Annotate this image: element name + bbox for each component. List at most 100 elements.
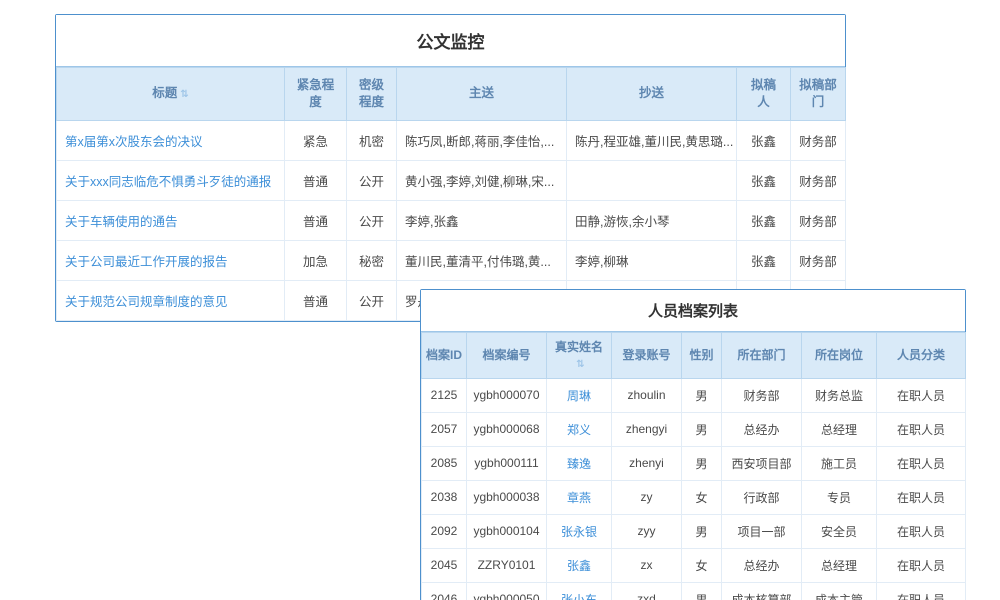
urgency-cell: 普通 [285, 160, 347, 200]
table-row[interactable]: 2045 ZZRY0101 张鑫 zx 女 总经办 总经理 在职人员 [422, 548, 966, 582]
secrecy-cell: 公开 [347, 280, 397, 320]
doc-title-cell: 关于车辆使用的通告 [57, 200, 285, 240]
dept-cell: 财务部 [722, 378, 802, 412]
name-cell: 郑义 [547, 412, 612, 446]
drafter-cell: 张鑫 [737, 160, 791, 200]
dept-cell: 总经办 [722, 548, 802, 582]
person-name-link[interactable]: 臻逸 [567, 457, 591, 471]
code-cell: ygbh000104 [467, 514, 547, 548]
dept-cell: 总经办 [722, 412, 802, 446]
post-cell: 财务总监 [802, 378, 877, 412]
doc-title-link[interactable]: 关于车辆使用的通告 [65, 215, 178, 229]
dept-cell: 西安项目部 [722, 446, 802, 480]
secrecy-cell: 公开 [347, 160, 397, 200]
id-cell: 2125 [422, 378, 467, 412]
post-cell: 成本主管 [802, 582, 877, 600]
person-name-link[interactable]: 张鑫 [567, 559, 591, 573]
table-row[interactable]: 关于公司最近工作开展的报告 加急 秘密 董川民,董清平,付伟璐,黄... 李婷,… [57, 240, 846, 280]
account-cell: zhenyi [612, 446, 682, 480]
dept-cell: 财务部 [791, 200, 846, 240]
post-cell: 施工员 [802, 446, 877, 480]
code-cell: ygbh000068 [467, 412, 547, 446]
table-row[interactable]: 2125 ygbh000070 周琳 zhoulin 男 财务部 财务总监 在职… [422, 378, 966, 412]
doc-title-cell: 关于规范公司规章制度的意见 [57, 280, 285, 320]
personnel-header-row: 档案ID 档案编号 真实姓名⇅ 登录账号 性别 所在部门 所在岗位 人员分类 [422, 333, 966, 379]
doc-monitor-table: 标题⇅ 紧急程度 密级程度 主送 抄送 拟稿人 拟稿部门 第x届第x次股东会的决… [56, 67, 846, 321]
secrecy-cell: 秘密 [347, 240, 397, 280]
table-row[interactable]: 2057 ygbh000068 郑义 zhengyi 男 总经办 总经理 在职人… [422, 412, 966, 446]
personnel-col-dept: 所在部门 [722, 333, 802, 379]
drafter-cell: 张鑫 [737, 120, 791, 160]
id-cell: 2085 [422, 446, 467, 480]
doc-title-link[interactable]: 关于xxx同志临危不惧勇斗歹徒的通报 [65, 175, 271, 189]
doc-col-secrecy: 密级程度 [347, 68, 397, 121]
table-row[interactable]: 第x届第x次股东会的决议 紧急 机密 陈巧凤,断郎,蒋丽,李佳怡,... 陈丹,… [57, 120, 846, 160]
category-cell: 在职人员 [877, 446, 966, 480]
gender-cell: 男 [682, 412, 722, 446]
person-name-link[interactable]: 郑义 [567, 423, 591, 437]
dept-cell: 财务部 [791, 160, 846, 200]
doc-col-cc: 抄送 [567, 68, 737, 121]
urgency-cell: 普通 [285, 280, 347, 320]
person-name-link[interactable]: 周琳 [567, 389, 591, 403]
cc-cell: 李婷,柳琳 [567, 240, 737, 280]
code-cell: ygbh000070 [467, 378, 547, 412]
doc-title-link[interactable]: 关于公司最近工作开展的报告 [65, 255, 228, 269]
post-cell: 专员 [802, 480, 877, 514]
dept-cell: 行政部 [722, 480, 802, 514]
table-row[interactable]: 2092 ygbh000104 张永银 zyy 男 项目一部 安全员 在职人员 [422, 514, 966, 548]
personnel-col-code: 档案编号 [467, 333, 547, 379]
id-cell: 2038 [422, 480, 467, 514]
person-name-link[interactable]: 张小东 [561, 593, 597, 600]
doc-col-title[interactable]: 标题⇅ [57, 68, 285, 121]
doc-col-drafter: 拟稿人 [737, 68, 791, 121]
personnel-list-table: 档案ID 档案编号 真实姓名⇅ 登录账号 性别 所在部门 所在岗位 人员分类 2… [421, 332, 966, 600]
account-cell: zx [612, 548, 682, 582]
sort-icon[interactable]: ⇅ [576, 359, 584, 370]
person-name-link[interactable]: 章燕 [567, 491, 591, 505]
cc-cell: 田静,游恢,余小琴 [567, 200, 737, 240]
dept-cell: 财务部 [791, 240, 846, 280]
code-cell: ygbh000111 [467, 446, 547, 480]
account-cell: zhengyi [612, 412, 682, 446]
doc-title-link[interactable]: 第x届第x次股东会的决议 [65, 135, 203, 149]
doc-title-cell: 第x届第x次股东会的决议 [57, 120, 285, 160]
name-cell: 张永银 [547, 514, 612, 548]
dept-cell: 财务部 [791, 120, 846, 160]
account-cell: zyy [612, 514, 682, 548]
person-name-link[interactable]: 张永银 [561, 525, 597, 539]
doc-col-dept: 拟稿部门 [791, 68, 846, 121]
personnel-col-name[interactable]: 真实姓名⇅ [547, 333, 612, 379]
sort-icon[interactable]: ⇅ [180, 89, 188, 100]
personnel-col-category: 人员分类 [877, 333, 966, 379]
table-row[interactable]: 2038 ygbh000038 章燕 zy 女 行政部 专员 在职人员 [422, 480, 966, 514]
code-cell: ZZRY0101 [467, 548, 547, 582]
secrecy-cell: 公开 [347, 200, 397, 240]
personnel-col-post: 所在岗位 [802, 333, 877, 379]
dept-cell: 项目一部 [722, 514, 802, 548]
gender-cell: 男 [682, 582, 722, 600]
id-cell: 2046 [422, 582, 467, 600]
name-cell: 臻逸 [547, 446, 612, 480]
name-cell: 张小东 [547, 582, 612, 600]
personnel-list-card: 人员档案列表 档案ID 档案编号 真实姓名⇅ 登录账号 性别 所在部门 所在岗位… [420, 289, 966, 600]
personnel-col-gender: 性别 [682, 333, 722, 379]
category-cell: 在职人员 [877, 514, 966, 548]
doc-col-main-to: 主送 [397, 68, 567, 121]
doc-title-cell: 关于xxx同志临危不惧勇斗歹徒的通报 [57, 160, 285, 200]
table-row[interactable]: 关于xxx同志临危不惧勇斗歹徒的通报 普通 公开 黄小强,李婷,刘健,柳琳,宋.… [57, 160, 846, 200]
doc-header-row: 标题⇅ 紧急程度 密级程度 主送 抄送 拟稿人 拟稿部门 [57, 68, 846, 121]
table-row[interactable]: 2085 ygbh000111 臻逸 zhenyi 男 西安项目部 施工员 在职… [422, 446, 966, 480]
drafter-cell: 张鑫 [737, 200, 791, 240]
code-cell: ygbh000050 [467, 582, 547, 600]
doc-title-link[interactable]: 关于规范公司规章制度的意见 [65, 295, 228, 309]
id-cell: 2057 [422, 412, 467, 446]
account-cell: zhoulin [612, 378, 682, 412]
table-row[interactable]: 关于车辆使用的通告 普通 公开 李婷,张鑫 田静,游恢,余小琴 张鑫 财务部 [57, 200, 846, 240]
account-cell: zxd [612, 582, 682, 600]
table-row[interactable]: 2046 ygbh000050 张小东 zxd 男 成本核算部 成本主管 在职人… [422, 582, 966, 600]
gender-cell: 男 [682, 378, 722, 412]
category-cell: 在职人员 [877, 548, 966, 582]
personnel-list-title: 人员档案列表 [421, 290, 965, 332]
dept-cell: 成本核算部 [722, 582, 802, 600]
